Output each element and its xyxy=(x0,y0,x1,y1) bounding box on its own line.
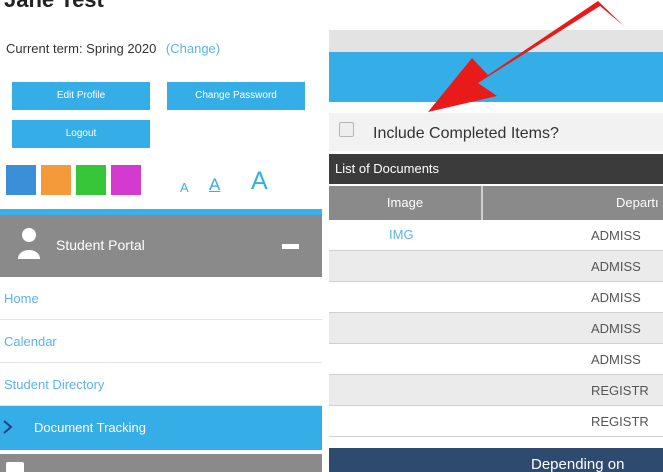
logout-button[interactable]: Logout xyxy=(12,120,150,148)
department-cell: REGISTR xyxy=(591,414,649,429)
nav-item-calendar[interactable]: Calendar xyxy=(0,320,322,363)
department-cell: REGISTR xyxy=(591,383,649,398)
right-blue-banner xyxy=(329,52,663,102)
current-term: Current term: Spring 2020 (Change) xyxy=(6,41,220,56)
nav-item-student-directory[interactable]: Student Directory xyxy=(0,363,322,406)
change-term-link[interactable]: (Change) xyxy=(166,41,220,56)
font-size-medium[interactable]: A xyxy=(209,175,220,195)
column-header-department[interactable]: Departı xyxy=(483,186,663,220)
nav-item-document-tracking[interactable]: Document Tracking xyxy=(0,406,322,450)
chevron-right-icon xyxy=(3,420,13,434)
font-size-small[interactable]: A xyxy=(180,180,189,195)
nav-item-document-tracking-label: Document Tracking xyxy=(34,420,146,435)
department-cell: ADMISS xyxy=(591,352,641,367)
department-cell: ADMISS xyxy=(591,228,641,243)
department-cell: ADMISS xyxy=(591,290,641,305)
department-cell: ADMISS xyxy=(591,259,641,274)
minus-icon[interactable] xyxy=(282,244,299,249)
right-top-strip xyxy=(329,30,663,52)
change-password-button[interactable]: Change Password xyxy=(167,82,305,110)
theme-swatch-green[interactable] xyxy=(76,165,106,195)
student-portal-header[interactable]: Student Portal xyxy=(0,215,322,277)
include-completed-checkbox[interactable] xyxy=(339,122,354,137)
table-row[interactable]: ADMISS xyxy=(329,313,663,344)
edit-profile-button[interactable]: Edit Profile xyxy=(12,82,150,110)
user-name-title: Jane Test xyxy=(4,0,104,13)
theme-swatch-orange[interactable] xyxy=(41,165,71,195)
list-of-documents-header: List of Documents xyxy=(329,154,663,184)
theme-swatch-blue[interactable] xyxy=(6,165,36,195)
theme-swatch-magenta[interactable] xyxy=(111,165,141,195)
next-section-header[interactable] xyxy=(0,454,322,472)
current-term-text: Current term: Spring 2020 xyxy=(6,41,157,56)
left-panel: Jane Test Current term: Spring 2020 (Cha… xyxy=(0,0,322,472)
documents-footer-note: Depending on xyxy=(329,448,663,472)
user-icon xyxy=(18,228,40,259)
column-header-image[interactable]: Image xyxy=(329,186,481,220)
documents-table-body: IMG ADMISS ADMISS ADMISS ADMISS ADMISS R… xyxy=(329,220,663,437)
table-row[interactable]: ADMISS xyxy=(329,344,663,375)
right-panel: Include Completed Items? List of Documen… xyxy=(329,0,663,472)
nav-item-home[interactable]: Home xyxy=(0,277,322,320)
screenshot-root: Jane Test Current term: Spring 2020 (Cha… xyxy=(0,0,663,472)
documents-table-header: Image Departı xyxy=(329,186,663,220)
department-cell: ADMISS xyxy=(591,321,641,336)
image-link[interactable]: IMG xyxy=(389,227,414,242)
table-row[interactable]: REGISTR xyxy=(329,406,663,437)
student-portal-label: Student Portal xyxy=(56,237,145,253)
folder-icon xyxy=(6,462,24,472)
table-row[interactable]: REGISTR xyxy=(329,375,663,406)
table-row[interactable]: ADMISS xyxy=(329,251,663,282)
table-row[interactable]: IMG ADMISS xyxy=(329,220,663,251)
font-size-large[interactable]: A xyxy=(251,167,268,196)
table-row[interactable]: ADMISS xyxy=(329,282,663,313)
include-completed-label: Include Completed Items? xyxy=(373,125,559,142)
include-completed-row: Include Completed Items? xyxy=(329,113,663,151)
